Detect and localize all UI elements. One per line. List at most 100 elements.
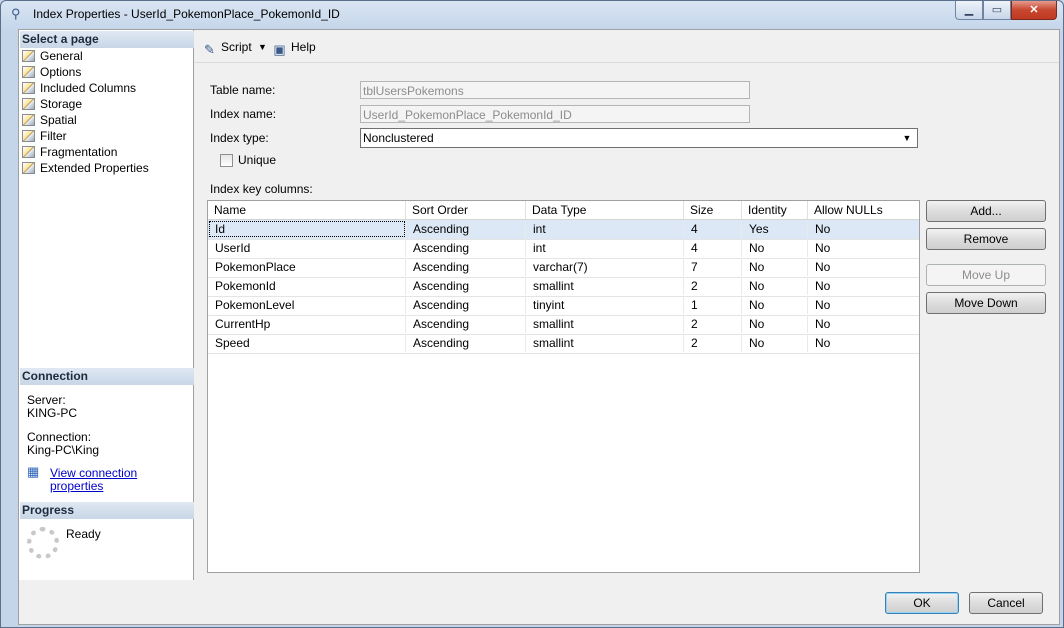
cell-sort-order[interactable]: Ascending (406, 239, 526, 257)
cell-name[interactable]: PokemonId (208, 277, 406, 295)
move-up-button[interactable]: Move Up (926, 264, 1046, 286)
sidebar-item-fragmentation[interactable]: Fragmentation (22, 144, 117, 160)
sidebar-item-spatial[interactable]: Spatial (22, 112, 77, 128)
move-down-button[interactable]: Move Down (926, 292, 1046, 314)
sidebar-item-filter[interactable]: Filter (22, 128, 67, 144)
cell-data-type[interactable]: int (526, 239, 684, 257)
column-header-name[interactable]: Name (208, 201, 406, 219)
minimize-icon[interactable]: ▁ (955, 1, 983, 20)
left-panel: Select a page General Options Included C… (19, 30, 194, 580)
cell-sort-order[interactable]: Ascending (406, 334, 526, 352)
cell-name[interactable]: Speed (208, 334, 406, 352)
cell-data-type[interactable]: smallint (526, 277, 684, 295)
cell-size[interactable]: 7 (684, 258, 742, 276)
cell-allow-nulls[interactable]: No (808, 315, 919, 333)
table-row[interactable]: CurrentHp Ascending smallint 2 No No (208, 315, 919, 335)
table-row[interactable]: PokemonId Ascending smallint 2 No No (208, 277, 919, 297)
cell-size[interactable]: 4 (684, 220, 742, 238)
add-button[interactable]: Add... (926, 200, 1046, 222)
cell-identity[interactable]: No (742, 334, 808, 352)
help-icon: ▣ (273, 42, 286, 57)
cell-size[interactable]: 4 (684, 239, 742, 257)
cell-identity[interactable]: No (742, 315, 808, 333)
script-dropdown-button[interactable]: ▼ (258, 38, 267, 56)
table-row[interactable]: PokemonPlace Ascending varchar(7) 7 No No (208, 258, 919, 278)
cell-size[interactable]: 2 (684, 277, 742, 295)
script-button[interactable]: ✎ Script (202, 38, 252, 57)
cell-allow-nulls[interactable]: No (808, 296, 919, 314)
sidebar-item-options[interactable]: Options (22, 64, 81, 80)
index-type-select[interactable]: Nonclustered ▼ (360, 128, 918, 148)
sidebar-item-extended-properties[interactable]: Extended Properties (22, 160, 149, 176)
help-button[interactable]: ▣ Help (272, 38, 315, 57)
grid-header: Name Sort Order Data Type Size Identity … (208, 201, 919, 220)
sidebar-item-general[interactable]: General (22, 48, 83, 64)
cell-sort-order[interactable]: Ascending (406, 277, 526, 295)
cell-size[interactable]: 2 (684, 334, 742, 352)
cell-identity[interactable]: No (742, 277, 808, 295)
close-icon[interactable]: ✕ (1011, 1, 1057, 20)
table-row[interactable]: Id Ascending int 4 Yes No (208, 220, 919, 240)
cell-sort-order[interactable]: Ascending (406, 220, 526, 238)
maximize-icon[interactable]: ▭ (983, 1, 1011, 20)
connection-header: Connection (20, 368, 194, 385)
page-icon (22, 66, 35, 78)
page-icon (22, 98, 35, 110)
cell-identity[interactable]: No (742, 258, 808, 276)
column-header-allow-nulls[interactable]: Allow NULLs (808, 201, 919, 219)
remove-button[interactable]: Remove (926, 228, 1046, 250)
table-row[interactable]: PokemonLevel Ascending tinyint 1 No No (208, 296, 919, 316)
column-header-data-type[interactable]: Data Type (526, 201, 684, 219)
cell-allow-nulls[interactable]: No (808, 220, 919, 238)
index-type-label: Index type: (210, 131, 269, 145)
window-controls: ▁ ▭ ✕ (955, 1, 1057, 21)
column-header-identity[interactable]: Identity (742, 201, 808, 219)
button-bar: OK Cancel (18, 580, 1060, 625)
cell-name[interactable]: PokemonLevel (208, 296, 406, 314)
index-icon: ⚲ (11, 6, 21, 21)
cancel-button[interactable]: Cancel (969, 592, 1043, 614)
connection-properties-icon: ▦ (27, 464, 40, 479)
cell-identity[interactable]: No (742, 296, 808, 314)
column-header-size[interactable]: Size (684, 201, 742, 219)
sidebar-item-storage[interactable]: Storage (22, 96, 82, 112)
cell-allow-nulls[interactable]: No (808, 239, 919, 257)
cell-allow-nulls[interactable]: No (808, 277, 919, 295)
cell-data-type[interactable]: tinyint (526, 296, 684, 314)
cell-size[interactable]: 2 (684, 315, 742, 333)
progress-header: Progress (20, 502, 194, 519)
cell-data-type[interactable]: smallint (526, 334, 684, 352)
table-name-field: tblUsersPokemons (360, 81, 750, 99)
cell-allow-nulls[interactable]: No (808, 258, 919, 276)
table-row[interactable]: Speed Ascending smallint 2 No No (208, 334, 919, 354)
column-header-sort-order[interactable]: Sort Order (406, 201, 526, 219)
chevron-down-icon: ▼ (902, 133, 912, 143)
key-columns-label: Index key columns: (210, 182, 313, 196)
cell-sort-order[interactable]: Ascending (406, 258, 526, 276)
title-bar[interactable]: ⚲ Index Properties - UserId_PokemonPlace… (1, 1, 1063, 27)
cell-data-type[interactable]: varchar(7) (526, 258, 684, 276)
ok-button[interactable]: OK (885, 592, 959, 614)
server-value: KING-PC (27, 406, 78, 420)
select-page-header: Select a page (20, 31, 194, 48)
page-icon (22, 130, 35, 142)
index-key-columns-grid[interactable]: Name Sort Order Data Type Size Identity … (207, 200, 920, 573)
sidebar-item-included-columns[interactable]: Included Columns (22, 80, 136, 96)
cell-size[interactable]: 1 (684, 296, 742, 314)
cell-name[interactable]: UserId (208, 239, 406, 257)
cell-name[interactable]: CurrentHp (208, 315, 406, 333)
cell-allow-nulls[interactable]: No (808, 334, 919, 352)
cell-identity[interactable]: No (742, 239, 808, 257)
page-icon (22, 146, 35, 158)
cell-data-type[interactable]: smallint (526, 315, 684, 333)
cell-name[interactable]: PokemonPlace (208, 258, 406, 276)
page-icon (22, 114, 35, 126)
view-connection-properties-link[interactable]: View connection properties (50, 467, 193, 493)
cell-sort-order[interactable]: Ascending (406, 296, 526, 314)
cell-name[interactable]: Id (208, 220, 406, 238)
cell-data-type[interactable]: int (526, 220, 684, 238)
cell-sort-order[interactable]: Ascending (406, 315, 526, 333)
cell-identity[interactable]: Yes (742, 220, 808, 238)
unique-checkbox[interactable] (220, 154, 233, 167)
table-row[interactable]: UserId Ascending int 4 No No (208, 239, 919, 259)
